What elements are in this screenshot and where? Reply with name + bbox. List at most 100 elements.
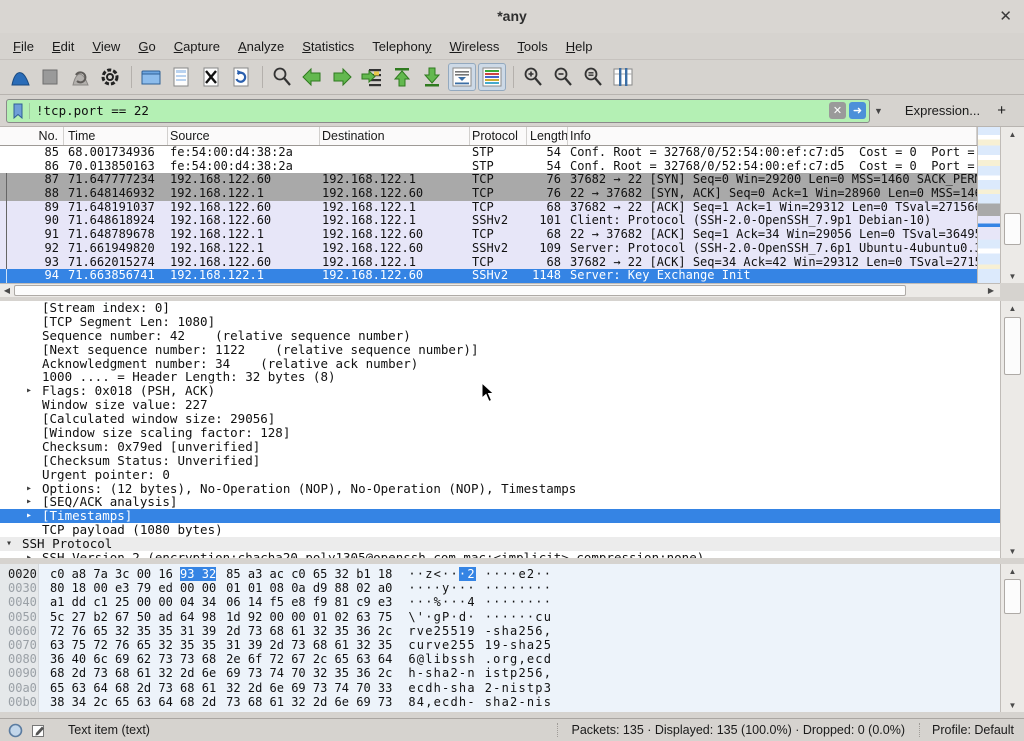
packet-row[interactable]: 9071.648618924192.168.122.60192.168.122.… bbox=[0, 214, 977, 228]
go-to-packet-icon[interactable] bbox=[358, 63, 386, 91]
scroll-thumb[interactable] bbox=[14, 285, 906, 296]
go-forward-icon[interactable] bbox=[328, 63, 356, 91]
hex-bytes[interactable]: 2e 6f 72 67 2c 65 63 64 bbox=[226, 652, 392, 666]
expander-icon[interactable]: ▸ bbox=[26, 482, 42, 496]
go-back-icon[interactable] bbox=[298, 63, 326, 91]
detail-line[interactable]: Checksum: 0x79ed [unverified] bbox=[0, 440, 1000, 454]
packet-row[interactable]: 9171.648789678192.168.122.1192.168.122.6… bbox=[0, 228, 977, 242]
packet-row[interactable]: 8670.013850163fe:54:00:d4:38:2aSTP54Conf… bbox=[0, 160, 977, 174]
detail-line[interactable]: [Checksum Status: Unverified] bbox=[0, 454, 1000, 468]
menu-analyze[interactable]: Analyze bbox=[229, 36, 293, 57]
profile-button[interactable]: Profile: Default bbox=[920, 723, 1024, 737]
detail-line[interactable]: ▸Options: (12 bytes), No-Operation (NOP)… bbox=[0, 482, 1000, 496]
menu-tools[interactable]: Tools bbox=[508, 36, 556, 57]
ascii-bytes[interactable]: sha2-nis bbox=[485, 695, 552, 709]
hex-bytes[interactable]: 68 2d 73 68 61 32 2d 6e bbox=[50, 666, 216, 680]
detail-line[interactable]: TCP payload (1080 bytes) bbox=[0, 523, 1000, 537]
ascii-bytes[interactable]: ····e2·· bbox=[485, 567, 552, 581]
ascii-bytes[interactable]: istp256, bbox=[485, 666, 552, 680]
column-header-time[interactable]: Time bbox=[64, 127, 168, 145]
detail-line[interactable]: [TCP Segment Len: 1080] bbox=[0, 315, 1000, 329]
hex-bytes[interactable]: 31 39 2d 73 68 61 32 35 bbox=[226, 638, 392, 652]
packet-row[interactable]: 9371.662015274192.168.122.60192.168.122.… bbox=[0, 256, 977, 270]
hex-bytes[interactable]: 01 01 08 0a d9 88 02 a0 bbox=[226, 581, 392, 595]
expander-icon[interactable]: ▾ bbox=[6, 537, 22, 551]
close-icon[interactable]: ✕ bbox=[999, 7, 1012, 25]
hex-selected-bytes[interactable]: 93 32 bbox=[180, 567, 216, 581]
column-header-proto[interactable]: Protocol bbox=[470, 127, 527, 145]
hex-bytes[interactable]: a1 dd c1 25 00 00 04 34 bbox=[50, 595, 216, 609]
scroll-down-icon[interactable]: ▼ bbox=[1001, 698, 1024, 712]
go-first-packet-icon[interactable] bbox=[388, 63, 416, 91]
ascii-bytes[interactable]: .org,ecd bbox=[485, 652, 552, 666]
hex-bytes[interactable]: 72 76 65 32 35 35 31 39 bbox=[50, 624, 216, 638]
scroll-down-icon[interactable]: ▼ bbox=[1001, 269, 1024, 283]
detail-line[interactable]: 1000 .... = Header Length: 32 bytes (8) bbox=[0, 370, 1000, 384]
menu-help[interactable]: Help bbox=[557, 36, 602, 57]
scroll-thumb[interactable] bbox=[1004, 579, 1021, 614]
packet-row[interactable]: 8568.001734936fe:54:00:d4:38:2aSTP54Conf… bbox=[0, 146, 977, 160]
display-filter-input[interactable]: !tcp.port == 22 ✕ ➜ bbox=[6, 99, 870, 123]
detail-line[interactable]: Window size value: 227 bbox=[0, 398, 1000, 412]
detail-line[interactable]: Acknowledgment number: 34 (relative ack … bbox=[0, 357, 1000, 371]
packet-list-vscrollbar[interactable]: ▲ ▼ bbox=[1000, 127, 1024, 283]
column-header-no[interactable]: No. bbox=[0, 127, 64, 145]
resize-columns-icon[interactable] bbox=[609, 63, 637, 91]
column-header-src[interactable]: Source bbox=[168, 127, 320, 145]
detail-line[interactable]: [Next sequence number: 1122 (relative se… bbox=[0, 343, 1000, 357]
expander-icon[interactable]: ▸ bbox=[26, 509, 42, 523]
add-filter-button[interactable]: + bbox=[991, 102, 1012, 119]
hex-bytes[interactable]: c0 a8 7a 3c 00 16 93 32 bbox=[50, 567, 216, 581]
menu-file[interactable]: File bbox=[4, 36, 43, 57]
menu-wireless[interactable]: Wireless bbox=[441, 36, 509, 57]
ascii-bytes[interactable]: 2-nistp3 bbox=[485, 681, 552, 695]
packet-row[interactable]: 9471.663856741192.168.122.1192.168.122.6… bbox=[0, 269, 977, 283]
filter-dropdown-icon[interactable]: ▼ bbox=[870, 106, 887, 116]
hex-row[interactable]: 00505c 27 b2 67 50 ad 64 981d 92 00 00 0… bbox=[0, 610, 1000, 624]
packet-list-hscrollbar[interactable]: ◀ ▶ bbox=[0, 283, 1000, 297]
colorize-toggle-icon[interactable] bbox=[478, 63, 506, 91]
detail-line[interactable]: ▾SSH Protocol bbox=[0, 537, 1000, 551]
scroll-down-icon[interactable]: ▼ bbox=[1001, 544, 1024, 558]
hex-row[interactable]: 00a065 63 64 68 2d 73 68 6132 2d 6e 69 7… bbox=[0, 681, 1000, 695]
ascii-bytes[interactable]: -sha256, bbox=[485, 624, 552, 638]
packet-list-minimap[interactable] bbox=[977, 127, 1001, 283]
hex-row[interactable]: 003080 18 00 e3 79 ed 00 0001 01 08 0a d… bbox=[0, 581, 1000, 595]
detail-line[interactable]: Sequence number: 42 (relative sequence n… bbox=[0, 329, 1000, 343]
detail-line[interactable]: [Stream index: 0] bbox=[0, 301, 1000, 315]
ascii-bytes[interactable]: ······cu bbox=[485, 610, 552, 624]
scroll-right-icon[interactable]: ▶ bbox=[984, 284, 998, 297]
ascii-bytes[interactable]: ··z<···2 bbox=[408, 567, 475, 581]
detail-line[interactable]: [Calculated window size: 29056] bbox=[0, 412, 1000, 426]
scroll-up-icon[interactable]: ▲ bbox=[1001, 127, 1024, 141]
hex-row[interactable]: 008036 40 6c 69 62 73 73 682e 6f 72 67 2… bbox=[0, 652, 1000, 666]
menu-capture[interactable]: Capture bbox=[165, 36, 229, 57]
reload-file-icon[interactable] bbox=[227, 63, 255, 91]
menu-edit[interactable]: Edit bbox=[43, 36, 83, 57]
ascii-bytes[interactable]: 6@libssh bbox=[408, 652, 475, 666]
packet-row[interactable]: 8871.648146932192.168.122.1192.168.122.6… bbox=[0, 187, 977, 201]
hex-row[interactable]: 00b038 34 2c 65 63 64 68 2d73 68 61 32 2… bbox=[0, 695, 1000, 709]
find-packet-icon[interactable] bbox=[268, 63, 296, 91]
hex-bytes[interactable]: 80 18 00 e3 79 ed 00 00 bbox=[50, 581, 216, 595]
zoom-in-icon[interactable] bbox=[519, 63, 547, 91]
save-file-icon[interactable] bbox=[167, 63, 195, 91]
detail-line[interactable]: [Window size scaling factor: 128] bbox=[0, 426, 1000, 440]
hex-row[interactable]: 0020c0 a8 7a 3c 00 16 93 3285 a3 ac c0 6… bbox=[0, 567, 1000, 581]
hex-row[interactable]: 007063 75 72 76 65 32 35 3531 39 2d 73 6… bbox=[0, 638, 1000, 652]
ascii-bytes[interactable]: ········ bbox=[485, 581, 552, 595]
bytes-vscrollbar[interactable]: ▲ ▼ bbox=[1000, 564, 1024, 712]
hex-bytes[interactable]: 65 63 64 68 2d 73 68 61 bbox=[50, 681, 216, 695]
detail-line[interactable]: ▸[Timestamps] bbox=[0, 509, 1000, 523]
zoom-reset-icon[interactable] bbox=[579, 63, 607, 91]
zoom-out-icon[interactable] bbox=[549, 63, 577, 91]
packet-row[interactable]: 9271.661949820192.168.122.1192.168.122.6… bbox=[0, 242, 977, 256]
capture-comment-icon[interactable] bbox=[31, 723, 46, 738]
auto-scroll-toggle-icon[interactable] bbox=[448, 63, 476, 91]
hex-bytes[interactable]: 85 a3 ac c0 65 32 b1 18 bbox=[226, 567, 392, 581]
ascii-bytes[interactable]: ····y··· bbox=[408, 581, 475, 595]
column-header-info[interactable]: Info bbox=[568, 127, 977, 145]
detail-vscrollbar[interactable]: ▲ ▼ bbox=[1000, 301, 1024, 558]
detail-line[interactable]: ▸Flags: 0x018 (PSH, ACK) bbox=[0, 384, 1000, 398]
scroll-left-icon[interactable]: ◀ bbox=[0, 284, 14, 297]
